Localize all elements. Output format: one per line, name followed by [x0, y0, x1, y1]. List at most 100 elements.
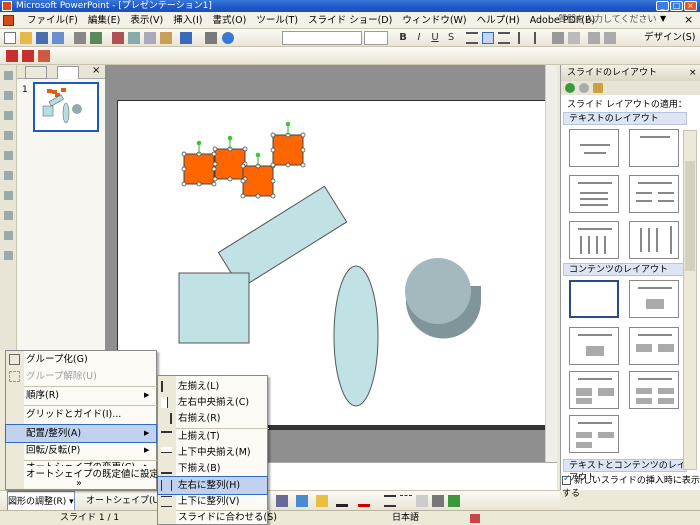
- move-down-icon[interactable]: [4, 131, 13, 140]
- menu-edit[interactable]: 編集(E): [83, 12, 125, 29]
- menu-tools[interactable]: ツール(T): [251, 12, 303, 29]
- distribute-vertically-item[interactable]: 上下に整列(V): [158, 493, 269, 510]
- editor-vertical-scrollbar[interactable]: [545, 65, 557, 462]
- help-search-input[interactable]: 質問を入力してください: [528, 13, 658, 28]
- menu-slideshow[interactable]: スライド ショー(D): [303, 12, 397, 29]
- expand-icon[interactable]: [4, 171, 13, 180]
- checkbox-icon[interactable]: [562, 474, 571, 485]
- pdf-review-icon[interactable]: [38, 50, 50, 62]
- close-document-button[interactable]: ×: [684, 13, 693, 26]
- line-style-icon[interactable]: [384, 495, 396, 507]
- layout-vertical-text[interactable]: [569, 221, 619, 259]
- align-right-icon[interactable]: [498, 32, 510, 44]
- layout-blank[interactable]: [569, 280, 619, 318]
- line-color-icon[interactable]: [336, 495, 348, 507]
- cylinder-shape[interactable]: [405, 258, 481, 339]
- open-icon[interactable]: [20, 32, 32, 44]
- align-left-icon[interactable]: [466, 32, 478, 44]
- design-button[interactable]: デザイン(S): [632, 30, 695, 46]
- layout-title-only[interactable]: [629, 129, 679, 167]
- menu-format[interactable]: 書式(O): [207, 12, 251, 29]
- layout-content-5[interactable]: [569, 415, 619, 453]
- paste-icon[interactable]: [160, 32, 172, 44]
- 3d-style-icon[interactable]: [448, 495, 460, 507]
- decrease-font-icon[interactable]: [568, 32, 580, 44]
- layout-content-1[interactable]: [569, 327, 619, 365]
- print-icon[interactable]: [74, 32, 86, 44]
- task-pane-scroll-thumb[interactable]: [685, 161, 695, 271]
- align-center-item[interactable]: 左右中央揃え(C): [158, 394, 269, 411]
- shadow-button[interactable]: S: [444, 31, 458, 45]
- layout-two-column-text[interactable]: [629, 175, 679, 213]
- bold-button[interactable]: B: [396, 31, 410, 45]
- print-preview-icon[interactable]: [90, 32, 102, 44]
- menu-item-rotate-flip[interactable]: 回転/反転(P) ▶: [6, 442, 158, 459]
- collapse-all-icon[interactable]: [4, 191, 13, 200]
- pdf-email-icon[interactable]: [22, 50, 34, 62]
- menu-item-ungroup[interactable]: グループ解除(U): [6, 368, 158, 385]
- layout-content-3[interactable]: [569, 371, 619, 409]
- menu-view[interactable]: 表示(V): [125, 12, 168, 29]
- help-icon[interactable]: [222, 32, 234, 44]
- shadow-style-icon[interactable]: [432, 495, 444, 507]
- forward-icon[interactable]: [579, 83, 589, 93]
- promote-icon[interactable]: [4, 71, 13, 80]
- underline-button[interactable]: U: [428, 31, 442, 45]
- maximize-button[interactable]: □: [670, 1, 683, 11]
- task-pane-scrollbar[interactable]: [683, 130, 697, 470]
- layout-title-slide[interactable]: [569, 129, 619, 167]
- layout-vertical-title-text[interactable]: [629, 221, 679, 259]
- relative-to-slide-item[interactable]: スライドに合わせる(S): [158, 509, 277, 525]
- ellipse-shape[interactable]: [333, 265, 379, 407]
- menu-file[interactable]: ファイル(F): [22, 12, 83, 29]
- font-name-combo[interactable]: [282, 31, 362, 45]
- permission-icon[interactable]: [52, 32, 64, 44]
- align-right-item[interactable]: 右揃え(R): [158, 410, 269, 427]
- menu-insert[interactable]: 挿入(I): [168, 12, 207, 29]
- insert-picture-icon[interactable]: [276, 495, 288, 507]
- back-icon[interactable]: [565, 83, 575, 93]
- dash-style-icon[interactable]: [400, 495, 412, 507]
- orange-shape-group[interactable]: [181, 121, 306, 199]
- copy-icon[interactable]: [144, 32, 156, 44]
- cut-icon[interactable]: [128, 32, 140, 44]
- fill-color-icon[interactable]: [316, 495, 328, 507]
- save-icon[interactable]: [36, 32, 48, 44]
- menu-expand-chevron[interactable]: »: [76, 478, 82, 490]
- menu-help[interactable]: ヘルプ(H): [472, 12, 525, 29]
- show-on-insert-checkbox[interactable]: 新しいスライドの挿入時に表示する: [562, 473, 700, 499]
- tab-outline[interactable]: [25, 66, 47, 79]
- font-size-combo[interactable]: [364, 31, 388, 45]
- arrow-style-icon[interactable]: [416, 495, 428, 507]
- menu-item-grid-guides[interactable]: グリッドとガイド(I)...: [6, 406, 158, 423]
- bullets-icon[interactable]: [534, 32, 546, 44]
- chart-icon[interactable]: [205, 32, 217, 44]
- distribute-horizontally-item[interactable]: 左右に整列(H): [157, 476, 268, 495]
- expand-all-icon[interactable]: [4, 211, 13, 220]
- numbering-icon[interactable]: [518, 32, 530, 44]
- align-bottom-item[interactable]: 下揃え(B): [158, 460, 269, 477]
- font-color-icon[interactable]: [358, 495, 370, 507]
- increase-indent-icon[interactable]: [604, 32, 616, 44]
- spelling-icon[interactable]: [112, 32, 124, 44]
- menu-item-align-distribute[interactable]: 配置/整列(A) ▶: [5, 424, 157, 443]
- align-middle-item[interactable]: 上下中央揃え(M): [158, 444, 269, 461]
- home-icon[interactable]: [593, 83, 603, 93]
- new-icon[interactable]: [4, 32, 16, 44]
- align-left-item[interactable]: 左揃え(L): [158, 378, 269, 395]
- slide-thumbnail[interactable]: [33, 82, 99, 132]
- show-formatting-icon[interactable]: [4, 251, 13, 260]
- demote-icon[interactable]: [4, 91, 13, 100]
- layout-title-content[interactable]: [629, 280, 679, 318]
- align-center-icon[interactable]: [482, 32, 494, 44]
- tab-slides[interactable]: [57, 66, 79, 79]
- pane-close-button[interactable]: ×: [92, 65, 100, 76]
- square-shape[interactable]: [178, 272, 250, 344]
- move-up-icon[interactable]: [4, 111, 13, 120]
- align-top-item[interactable]: 上揃え(T): [158, 428, 269, 445]
- collapse-icon[interactable]: [4, 151, 13, 160]
- menu-item-order[interactable]: 順序(R) ▶: [6, 387, 158, 404]
- decrease-indent-icon[interactable]: [588, 32, 600, 44]
- minimize-button[interactable]: _: [656, 1, 669, 11]
- increase-font-icon[interactable]: [552, 32, 564, 44]
